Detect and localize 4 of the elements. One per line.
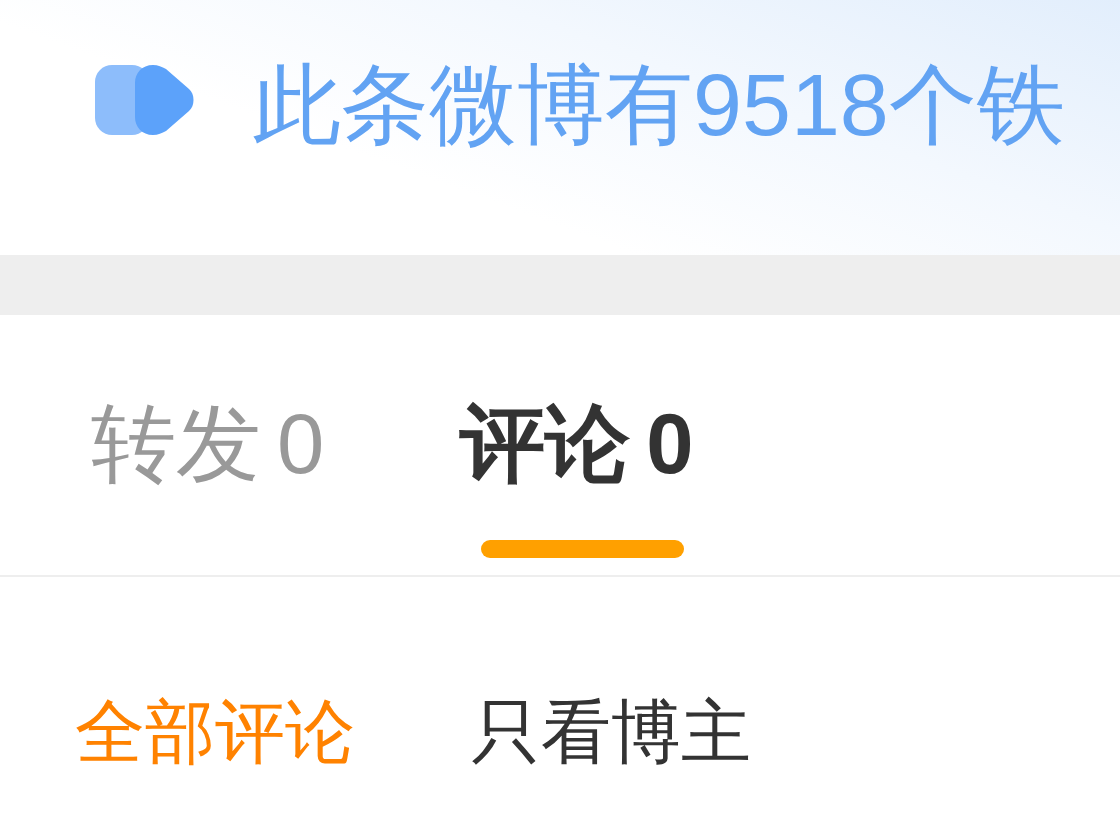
play-badge-icon [95, 65, 195, 135]
filter-tab[interactable]: 只看博主 [471, 697, 751, 767]
banner-text: 此条微博有9518个铁 [253, 61, 1065, 149]
tab[interactable]: 评论 0 [460, 401, 694, 486]
